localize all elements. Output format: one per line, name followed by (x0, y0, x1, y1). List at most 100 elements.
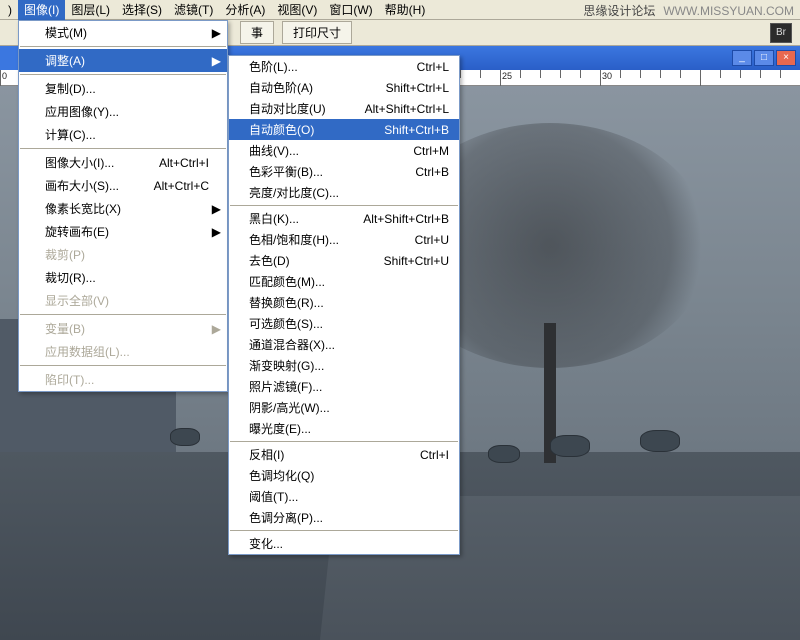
menu-item-label: 裁切(R)... (45, 269, 96, 286)
menu-item-label: 阈值(T)... (249, 488, 298, 505)
menu-item[interactable]: 亮度/对比度(C)... (229, 182, 459, 203)
menu-item-label: 匹配颜色(M)... (249, 273, 325, 290)
menu-item-label: 色调分离(P)... (249, 509, 323, 526)
menu-item[interactable]: 色相/饱和度(H)...Ctrl+U (229, 229, 459, 250)
menu-item[interactable]: 色彩平衡(B)... Ctrl+B (229, 161, 459, 182)
menubar-item[interactable]: 帮助(H) (379, 0, 432, 20)
menu-item-shortcut: Alt+Shift+Ctrl+L (353, 102, 449, 116)
menu-item-label: 图像大小(I)... (45, 154, 114, 171)
maximize-button[interactable]: □ (754, 50, 774, 66)
menu-item: 裁剪(P) (19, 243, 227, 266)
menu-item[interactable]: 渐变映射(G)... (229, 355, 459, 376)
minimize-button[interactable]: _ (732, 50, 752, 66)
menu-item[interactable]: 自动颜色(O)Shift+Ctrl+B (229, 119, 459, 140)
menu-item-shortcut: Alt+Shift+Ctrl+B (351, 212, 449, 226)
menu-item-label: 自动色阶(A) (249, 79, 313, 96)
menu-item[interactable]: 模式(M) ▶ (19, 21, 227, 44)
menu-item[interactable]: 阴影/高光(W)... (229, 397, 459, 418)
menu-item-label: 黑白(K)... (249, 210, 299, 227)
menubar-item[interactable]: 窗口(W) (323, 0, 378, 20)
menu-item[interactable]: 照片滤镜(F)... (229, 376, 459, 397)
menu-item-shortcut: Shift+Ctrl+L (374, 81, 449, 95)
menu-item[interactable]: 曝光度(E)... (229, 418, 459, 439)
menu-item[interactable]: 自动色阶(A) Shift+Ctrl+L (229, 77, 459, 98)
menu-item-label: 反相(I) (249, 446, 284, 463)
menu-item[interactable]: 变化... (229, 533, 459, 554)
street-sign (640, 430, 680, 452)
menu-item-shortcut: Alt+Ctrl+I (143, 156, 209, 170)
menu-item: 变量(B)▶ (19, 317, 227, 340)
menu-item-label: 变量(B) (45, 320, 85, 337)
street-sign (550, 435, 590, 457)
menubar-item[interactable]: ) (2, 1, 18, 19)
menu-item-label: 阴影/高光(W)... (249, 399, 330, 416)
menu-item[interactable]: 可选颜色(S)... (229, 313, 459, 334)
toolbar-button-print-size[interactable]: 打印尺寸 (282, 21, 352, 44)
menu-item[interactable]: 计算(C)... (19, 123, 227, 146)
menu-item[interactable]: 像素长宽比(X) ▶ (19, 197, 227, 220)
menu-item[interactable]: 黑白(K)... Alt+Shift+Ctrl+B (229, 208, 459, 229)
menubar-item[interactable]: 滤镜(T) (168, 0, 219, 20)
menu-item[interactable]: 自动对比度(U) Alt+Shift+Ctrl+L (229, 98, 459, 119)
menu-item[interactable]: 阈值(T)... (229, 486, 459, 507)
menu-separator (20, 46, 226, 47)
menu-item[interactable]: 反相(I) Ctrl+I (229, 444, 459, 465)
menu-item-label: 变化... (249, 535, 283, 552)
menu-item-label: 自动颜色(O) (249, 121, 314, 138)
menu-item-shortcut: Ctrl+B (403, 165, 449, 179)
menu-item-label: 色阶(L)... (249, 58, 298, 75)
menu-item[interactable]: 曲线(V)... Ctrl+M (229, 140, 459, 161)
menu-item[interactable]: 色阶(L)... Ctrl+L (229, 56, 459, 77)
menu-item[interactable]: 替换颜色(R)... (229, 292, 459, 313)
menu-item[interactable]: 色调分离(P)... (229, 507, 459, 528)
menu-item[interactable]: 复制(D)... (19, 77, 227, 100)
menu-item[interactable]: 应用图像(Y)... (19, 100, 227, 123)
menu-item: 应用数据组(L)... (19, 340, 227, 363)
menu-item[interactable]: 调整(A) ▶ (19, 49, 227, 72)
close-button[interactable]: × (776, 50, 796, 66)
menu-item-label: 计算(C)... (45, 126, 96, 143)
menu-item-shortcut: Alt+Ctrl+C (138, 179, 209, 193)
menubar-item[interactable]: 图层(L) (65, 0, 116, 20)
menu-item-label: 模式(M) (45, 24, 87, 41)
menu-item-shortcut: Ctrl+I (408, 448, 449, 462)
menu-item[interactable]: 色调均化(Q) (229, 465, 459, 486)
menu-item-label: 色调均化(Q) (249, 467, 314, 484)
menu-item-shortcut: Ctrl+M (401, 144, 449, 158)
menu-item-label: 旋转画布(E) (45, 223, 109, 240)
menu-item-label: 去色(D) (249, 252, 290, 269)
toolbar-button-1[interactable]: 事 (240, 21, 274, 44)
menu-item-label: 显示全部(V) (45, 292, 109, 309)
bridge-button[interactable]: Br (770, 23, 792, 43)
menu-item[interactable]: 图像大小(I)... Alt+Ctrl+I (19, 151, 227, 174)
menu-item[interactable]: 去色(D)Shift+Ctrl+U (229, 250, 459, 271)
menu-item-label: 裁剪(P) (45, 246, 85, 263)
menu-item[interactable]: 通道混合器(X)... (229, 334, 459, 355)
menu-item-shortcut: Ctrl+L (405, 60, 449, 74)
menu-item: 陷印(T)... (19, 368, 227, 391)
watermark: 思缘设计论坛WWW.MISSYUAN.COM (583, 2, 794, 19)
menu-item-label: 陷印(T)... (45, 371, 94, 388)
submenu-arrow-icon: ▶ (212, 202, 221, 216)
menu-item[interactable]: 旋转画布(E)▶ (19, 220, 227, 243)
menubar-item[interactable]: 选择(S) (116, 0, 168, 20)
menu-item: 显示全部(V) (19, 289, 227, 312)
menu-item-label: 应用图像(Y)... (45, 103, 119, 120)
menu-item[interactable]: 裁切(R)... (19, 266, 227, 289)
menubar-item[interactable]: 视图(V) (271, 0, 323, 20)
menu-item-label: 画布大小(S)... (45, 177, 119, 194)
menu-item-label: 曲线(V)... (249, 142, 299, 159)
menu-item[interactable]: 匹配颜色(M)... (229, 271, 459, 292)
menu-item-label: 渐变映射(G)... (249, 357, 324, 374)
street-sign (170, 428, 200, 446)
menu-item-label: 调整(A) (45, 52, 85, 69)
submenu-arrow-icon: ▶ (212, 54, 221, 68)
menubar-item[interactable]: 图像(I) (18, 0, 65, 20)
menu-item-label: 自动对比度(U) (249, 100, 326, 117)
menu-item[interactable]: 画布大小(S)... Alt+Ctrl+C (19, 174, 227, 197)
menu-item-label: 像素长宽比(X) (45, 200, 121, 217)
menubar-item[interactable]: 分析(A) (219, 0, 271, 20)
menu-item-label: 色彩平衡(B)... (249, 163, 323, 180)
submenu-arrow-icon: ▶ (212, 26, 221, 40)
menu-separator (20, 365, 226, 366)
